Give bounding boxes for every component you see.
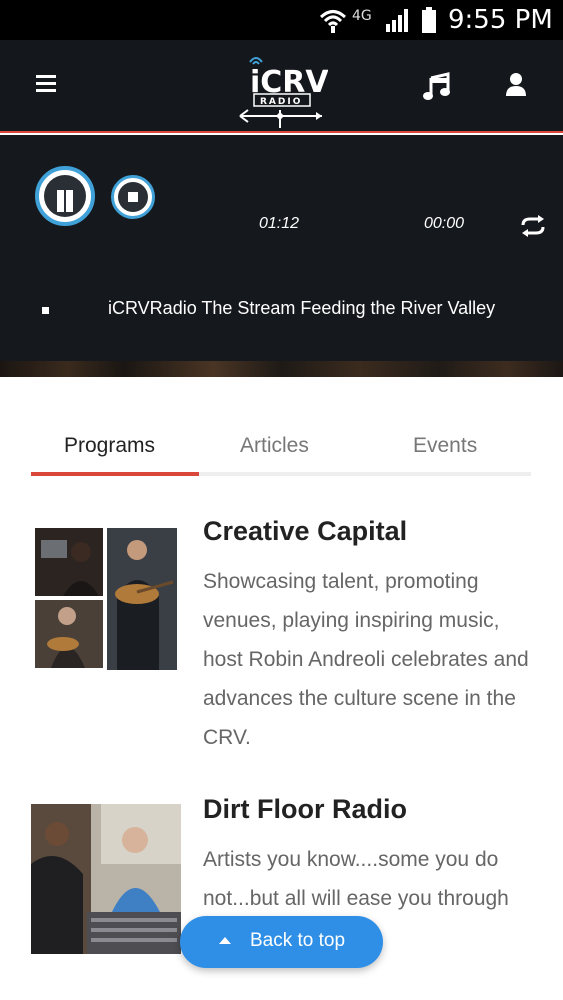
elapsed-time: 01:12	[259, 215, 300, 232]
menu-button[interactable]	[36, 74, 58, 94]
music-note-icon	[423, 72, 450, 100]
program-title[interactable]: Creative Capital	[203, 516, 407, 547]
status-bar: 4G 9:55 PM	[0, 0, 563, 40]
program-description: Artists you know....some you do not...bu…	[203, 848, 509, 910]
chevron-up-icon	[219, 937, 231, 944]
audio-player: 01:12 00:00 iCRVRadio The Stream Feeding…	[0, 135, 563, 361]
program-thumbnail[interactable]	[33, 526, 179, 676]
music-button[interactable]	[422, 72, 452, 102]
program-thumbnail[interactable]	[31, 804, 181, 954]
back-to-top-button[interactable]: Back to top	[180, 916, 383, 968]
now-playing-title: iCRVRadio The Stream Feeding the River V…	[108, 298, 496, 318]
network-type: 4G	[352, 8, 372, 24]
wifi-icon	[319, 10, 347, 33]
user-icon	[506, 73, 526, 96]
total-time: 00:00	[424, 215, 465, 232]
tab-articles[interactable]: Articles	[240, 434, 309, 458]
icrv-radio-logo[interactable]: iCRV RADIO	[236, 50, 328, 130]
logo-subtext: RADIO	[260, 97, 302, 107]
pause-icon	[44, 175, 86, 217]
menu-icon	[36, 75, 56, 92]
tab-events[interactable]: Events	[413, 434, 477, 458]
battery-icon	[422, 7, 436, 33]
repeat-button[interactable]	[518, 215, 548, 237]
stop-icon	[118, 182, 148, 212]
app-header: iCRV RADIO	[0, 40, 563, 133]
repeat-icon	[521, 215, 545, 237]
pause-button[interactable]	[35, 166, 95, 226]
user-account-button[interactable]	[505, 72, 527, 98]
signal-icon	[386, 9, 408, 32]
tab-programs[interactable]: Programs	[64, 434, 155, 458]
stop-button[interactable]	[111, 175, 155, 219]
clock: 9:55 PM	[448, 5, 553, 35]
stream-indicator	[42, 307, 49, 314]
program-title[interactable]: Dirt Floor Radio	[203, 794, 407, 825]
header-photo-strip	[0, 361, 563, 377]
program-description: Showcasing talent, promoting venues, pla…	[203, 570, 529, 749]
content-tabs: Programs Articles Events	[31, 428, 531, 476]
active-tab-indicator	[31, 472, 199, 476]
back-to-top-label: Back to top	[250, 930, 346, 951]
